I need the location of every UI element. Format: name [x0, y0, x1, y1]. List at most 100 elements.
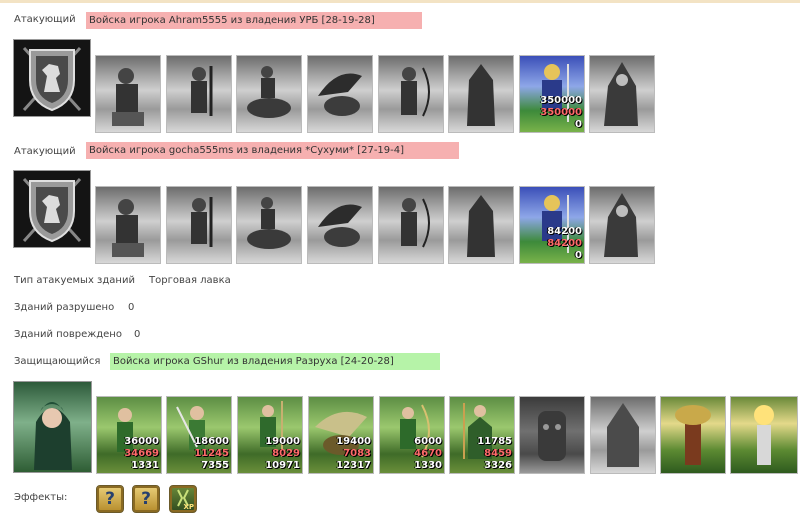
- unit-slot[interactable]: [730, 396, 798, 474]
- unit-counts: 350000 350000 0: [540, 95, 582, 131]
- attacker-emblem-2[interactable]: [13, 170, 91, 248]
- destroyed-label: Зданий разрушено: [14, 302, 115, 313]
- ent-icon: [538, 411, 566, 461]
- unit-slot[interactable]: [307, 186, 373, 264]
- unit-counts: 19400 7083 12317: [336, 436, 371, 472]
- attacker-tag-2[interactable]: Войска игрока gocha555ms из владения *Су…: [86, 142, 459, 159]
- unit-slot[interactable]: 19400 7083 12317: [308, 396, 374, 474]
- unit-counts: 36000 34669 1331: [124, 436, 159, 472]
- unit-slot[interactable]: [448, 186, 514, 264]
- target-value: Торговая лавка: [149, 275, 231, 286]
- effect-unknown-2[interactable]: ?: [132, 485, 160, 513]
- unit-remaining: 1331: [131, 460, 159, 471]
- knight-icon: [112, 68, 144, 126]
- archer-icon: [401, 67, 430, 117]
- defender-hero-portrait[interactable]: [13, 381, 92, 473]
- unit-counts: 84200 84200 0: [547, 226, 582, 262]
- elf-hero-icon: [34, 402, 72, 470]
- effects-label: Эффекты:: [14, 492, 68, 503]
- attacker-label-2: Атакующий: [14, 146, 76, 157]
- question-icon: ?: [141, 489, 151, 509]
- unit-total: 18600: [194, 436, 229, 447]
- unit-slot[interactable]: 19000 8029 10971: [237, 396, 303, 474]
- monk-icon: [467, 64, 495, 126]
- unit-remaining: 12317: [336, 460, 371, 471]
- unit-slot[interactable]: [519, 396, 585, 474]
- defender-label: Защищающийся: [14, 356, 101, 367]
- destroyed-value: 0: [128, 302, 135, 313]
- attacker-emblem-1[interactable]: [13, 39, 91, 117]
- unit-lost: 350000: [540, 107, 582, 118]
- unit-counts: 18600 11245 7355: [194, 436, 229, 472]
- ancient-icon: [607, 403, 639, 467]
- unit-slot[interactable]: [448, 55, 514, 133]
- unit-total: 11785: [477, 436, 512, 447]
- unit-remaining: 0: [575, 119, 582, 130]
- damaged-label: Зданий повреждено: [14, 329, 122, 340]
- unit-slot[interactable]: 18600 11245 7355: [166, 396, 232, 474]
- attacker-tag-1[interactable]: Войска игрока Ahram5555 из владения УРБ …: [86, 12, 422, 29]
- unit-remaining: 1330: [414, 460, 442, 471]
- unit-total: 36000: [124, 436, 159, 447]
- unit-slot[interactable]: [236, 186, 302, 264]
- unit-total: 19000: [265, 436, 300, 447]
- unit-lost: 34669: [124, 448, 159, 459]
- unit-slot[interactable]: [660, 396, 726, 474]
- defender-tag[interactable]: Войска игрока GShur из владения Разруха …: [110, 353, 440, 370]
- unit-lost: 11245: [194, 448, 229, 459]
- swordsman-icon: [191, 197, 213, 247]
- unit-slot[interactable]: 84200 84200 0: [519, 186, 585, 264]
- unit-remaining: 0: [575, 250, 582, 261]
- unit-slot[interactable]: 350000 350000 0: [519, 55, 585, 133]
- unit-counts: 6000 4670 1330: [414, 436, 442, 472]
- unit-lost: 8029: [272, 448, 300, 459]
- tree-tower-icon: [675, 405, 711, 465]
- mage-icon: [604, 62, 638, 126]
- unit-slot[interactable]: [590, 396, 656, 474]
- cavalry-icon: [247, 197, 291, 249]
- attacker-label-1: Атакующий: [14, 14, 76, 25]
- unit-lost: 4670: [414, 448, 442, 459]
- unit-total: 6000: [414, 436, 442, 447]
- unit-slot[interactable]: [95, 55, 161, 133]
- target-label: Тип атакуемых зданий: [14, 275, 135, 286]
- pegasus-icon: [318, 204, 362, 247]
- mage-icon: [604, 193, 638, 257]
- unit-counts: 11785 8459 3326: [477, 436, 512, 472]
- effect-xp[interactable]: XP: [169, 485, 197, 513]
- monk-icon: [467, 195, 495, 257]
- swordsman-icon: [191, 66, 213, 116]
- unit-lost: 84200: [547, 238, 582, 249]
- knight-icon: [112, 199, 144, 257]
- unit-slot[interactable]: [166, 55, 232, 133]
- archer-icon: [401, 198, 430, 248]
- unit-slot[interactable]: [589, 186, 655, 264]
- magic-tower-icon: [754, 405, 774, 465]
- top-bar: [0, 0, 800, 3]
- unit-slot[interactable]: [307, 55, 373, 133]
- unit-slot[interactable]: [95, 186, 161, 264]
- question-icon: ?: [105, 489, 115, 509]
- unit-counts: 19000 8029 10971: [265, 436, 300, 472]
- shield-icon: [22, 46, 82, 112]
- unit-slot[interactable]: [589, 55, 655, 133]
- unit-remaining: 3326: [484, 460, 512, 471]
- unit-slot[interactable]: [378, 186, 444, 264]
- effect-unknown-1[interactable]: ?: [96, 485, 124, 513]
- xp-label: XP: [183, 503, 194, 511]
- unit-slot[interactable]: [378, 55, 444, 133]
- unit-lost: 8459: [484, 448, 512, 459]
- unit-lost: 7083: [343, 448, 371, 459]
- unit-slot[interactable]: [236, 55, 302, 133]
- damaged-value: 0: [134, 329, 141, 340]
- cavalry-icon: [247, 66, 291, 118]
- unit-total: 19400: [336, 436, 371, 447]
- shield-icon: [22, 177, 82, 243]
- unit-total: 350000: [540, 95, 582, 106]
- unit-slot[interactable]: 36000 34669 1331: [96, 396, 162, 474]
- unit-total: 84200: [547, 226, 582, 237]
- unit-remaining: 7355: [201, 460, 229, 471]
- unit-slot[interactable]: 6000 4670 1330: [379, 396, 445, 474]
- unit-slot[interactable]: 11785 8459 3326: [449, 396, 515, 474]
- unit-slot[interactable]: [166, 186, 232, 264]
